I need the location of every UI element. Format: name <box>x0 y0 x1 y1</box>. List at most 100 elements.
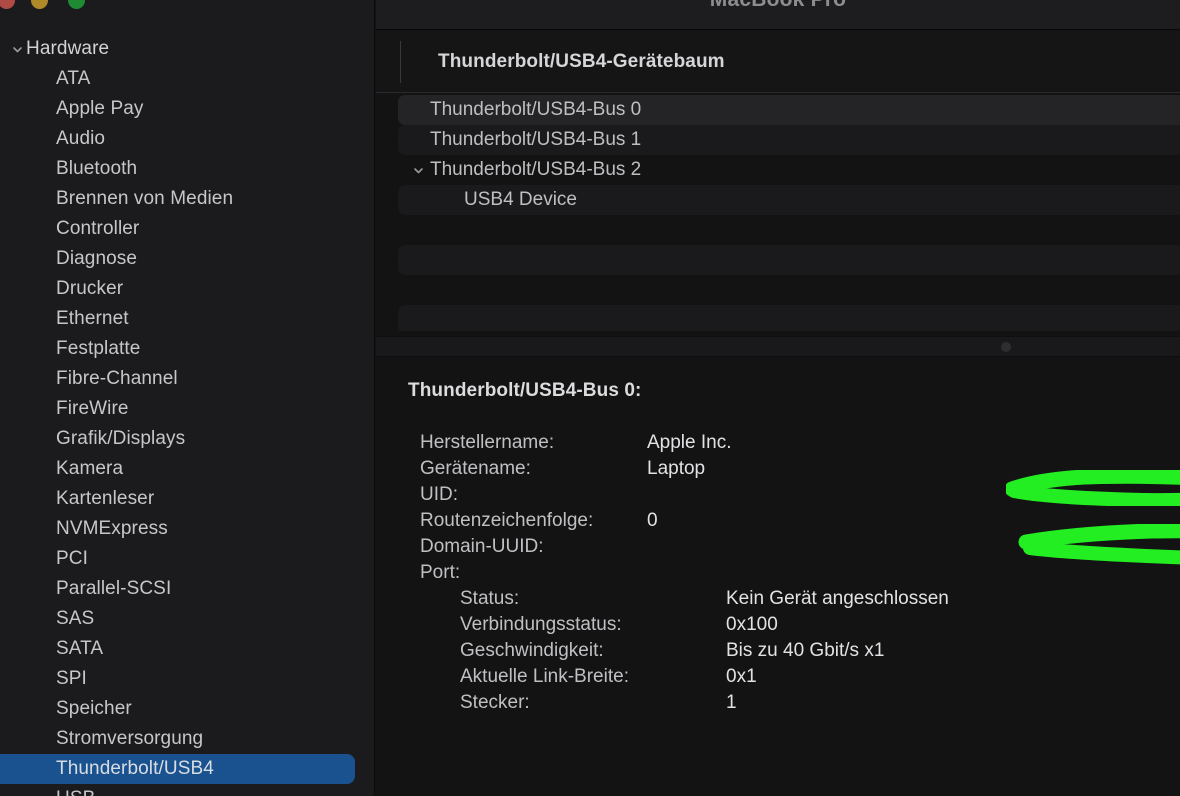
sidebar-item-sata[interactable]: SATA <box>0 634 375 664</box>
tree-row[interactable]: Thunderbolt/USB4-Bus 1 <box>398 125 1180 155</box>
tree-row-empty <box>398 305 1180 331</box>
detail-row-label: Herstellername: <box>420 432 555 453</box>
sidebar-item-audio[interactable]: Audio <box>0 124 375 154</box>
sidebar-item-controller[interactable]: Controller <box>0 214 375 244</box>
sidebar-item-label: Kamera <box>56 458 124 479</box>
sidebar-item-fibre-channel[interactable]: Fibre-Channel <box>0 364 375 394</box>
tree-row-label: Thunderbolt/USB4-Bus 2 <box>430 159 642 180</box>
tree-row[interactable]: Thunderbolt/USB4-Bus 2 <box>398 155 1180 185</box>
sidebar-nav-list: Hardware ATA Apple Pay Audio Bluetooth Brenne… <box>0 34 375 796</box>
sidebar-item-label: Controller <box>56 218 140 239</box>
sidebar-item-label: SATA <box>56 638 104 659</box>
sidebar-item-apple-pay[interactable]: Apple Pay <box>0 94 375 124</box>
window-traffic-lights <box>0 0 375 28</box>
chevron-down-icon[interactable] <box>8 43 26 56</box>
sidebar-item-brennen-von-medien[interactable]: Brennen von Medien <box>0 184 375 214</box>
sidebar-item-diagnose[interactable]: Diagnose <box>0 244 375 274</box>
detail-rows: Herstellername: Apple Inc. Gerätename: Lapt… <box>376 432 1180 718</box>
sidebar-item-spi[interactable]: SPI <box>0 664 375 694</box>
content-area: MacBook Pro Thunderbolt/USB4-Gerätebaum … <box>376 0 1180 796</box>
sidebar-item-label: SAS <box>56 608 95 629</box>
detail-row-value: Kein Gerät angeschlossen <box>726 588 949 609</box>
tree-row-empty <box>398 275 1180 305</box>
detail-row: Domain-UUID: <box>376 536 1180 562</box>
sidebar-item-kartenleser[interactable]: Kartenleser <box>0 484 375 514</box>
tree-row-empty <box>398 245 1180 275</box>
tree-row[interactable]: Thunderbolt/USB4-Bus 0 <box>398 95 1180 125</box>
sidebar-item-label: Stromversorgung <box>56 728 204 749</box>
close-button[interactable] <box>0 0 15 9</box>
splitter-grip-dot[interactable] <box>1001 342 1011 352</box>
detail-pane: Thunderbolt/USB4-Bus 0: Herstellername: A… <box>376 358 1180 796</box>
sidebar-item-label: Drucker <box>56 278 124 299</box>
sidebar-item-sas[interactable]: SAS <box>0 604 375 634</box>
detail-row: Gerätename: Laptop <box>376 458 1180 484</box>
sidebar-item-label: Audio <box>56 128 106 149</box>
sidebar-item-label: Speicher <box>56 698 132 719</box>
detail-row-label: Status: <box>460 588 520 609</box>
detail-row-value: 1 <box>726 692 737 713</box>
sidebar-item-hardware[interactable]: Hardware <box>0 34 375 64</box>
sidebar-item-label: USB <box>56 788 95 796</box>
detail-row-label: Verbindungsstatus: <box>460 614 622 635</box>
detail-row-label: Gerätename: <box>420 458 531 479</box>
sidebar-item-parallel-scsi[interactable]: Parallel-SCSI <box>0 574 375 604</box>
column-separator <box>400 41 401 83</box>
detail-row-label: UID: <box>420 484 458 505</box>
sidebar-item-label: ATA <box>56 68 91 89</box>
detail-row: Geschwindigkeit: Bis zu 40 Gbit/s x1 <box>376 640 1180 666</box>
zoom-button[interactable] <box>68 0 85 9</box>
minimize-button[interactable] <box>31 0 48 9</box>
chevron-down-icon[interactable] <box>406 164 430 177</box>
detail-row-label: Domain-UUID: <box>420 536 544 557</box>
detail-row-label: Port: <box>420 562 461 583</box>
sidebar-item-thunderbolt-usb4[interactable]: Thunderbolt/USB4 <box>0 754 355 784</box>
detail-row: Stecker: 1 <box>376 692 1180 718</box>
sidebar-item-firewire[interactable]: FireWire <box>0 394 375 424</box>
sidebar-item-label: Fibre-Channel <box>56 368 178 389</box>
detail-row-value: 0x100 <box>726 614 778 635</box>
sidebar-item-label: PCI <box>56 548 88 569</box>
sidebar-item-label: Brennen von Medien <box>56 188 234 209</box>
sidebar-item-speicher[interactable]: Speicher <box>0 694 375 724</box>
sidebar: Hardware ATA Apple Pay Audio Bluetooth Brenne… <box>0 0 375 796</box>
device-tree-header: Thunderbolt/USB4-Gerätebaum <box>376 31 1180 93</box>
sidebar-item-label: SPI <box>56 668 87 689</box>
tree-row[interactable]: USB4 Device <box>398 185 1180 215</box>
sidebar-item-ethernet[interactable]: Ethernet <box>0 304 375 334</box>
detail-row: Herstellername: Apple Inc. <box>376 432 1180 458</box>
tree-row-label: Thunderbolt/USB4-Bus 1 <box>430 129 642 150</box>
sidebar-item-usb[interactable]: USB <box>0 784 375 796</box>
detail-row: Verbindungsstatus: 0x100 <box>376 614 1180 640</box>
sidebar-item-nvmexpress[interactable]: NVMExpress <box>0 514 375 544</box>
detail-row-value: Laptop <box>647 458 706 479</box>
detail-row: Status: Kein Gerät angeschlossen <box>376 588 1180 614</box>
detail-row: UID: <box>376 484 1180 510</box>
detail-row-label: Routenzeichenfolge: <box>420 510 594 531</box>
sidebar-item-label: Thunderbolt/USB4 <box>56 758 214 779</box>
detail-row-value: 0x1 <box>726 666 757 687</box>
sidebar-item-bluetooth[interactable]: Bluetooth <box>0 154 375 184</box>
detail-row: Routenzeichenfolge: 0 <box>376 510 1180 536</box>
sidebar-item-label: Parallel-SCSI <box>56 578 172 599</box>
sidebar-item-label: NVMExpress <box>56 518 168 539</box>
detail-row: Port: <box>376 562 1180 588</box>
detail-row-label: Stecker: <box>460 692 530 713</box>
detail-row-value: Bis zu 40 Gbit/s x1 <box>726 640 885 661</box>
pane-splitter[interactable] <box>376 336 1180 357</box>
sidebar-item-festplatte[interactable]: Festplatte <box>0 334 375 364</box>
sidebar-item-drucker[interactable]: Drucker <box>0 274 375 304</box>
window-title: MacBook Pro <box>376 0 1180 12</box>
detail-row-value: 0 <box>647 510 658 531</box>
sidebar-item-pci[interactable]: PCI <box>0 544 375 574</box>
tree-row-label: Thunderbolt/USB4-Bus 0 <box>430 99 642 120</box>
window-titlebar: MacBook Pro <box>376 0 1180 30</box>
sidebar-item-ata[interactable]: ATA <box>0 64 375 94</box>
sidebar-item-label: Apple Pay <box>56 98 144 119</box>
sidebar-item-stromversorgung[interactable]: Stromversorgung <box>0 724 375 754</box>
sidebar-item-label: Festplatte <box>56 338 141 359</box>
sidebar-item-kamera[interactable]: Kamera <box>0 454 375 484</box>
sidebar-item-label: Hardware <box>26 38 110 59</box>
sidebar-item-label: Kartenleser <box>56 488 155 509</box>
sidebar-item-grafik-displays[interactable]: Grafik/Displays <box>0 424 375 454</box>
